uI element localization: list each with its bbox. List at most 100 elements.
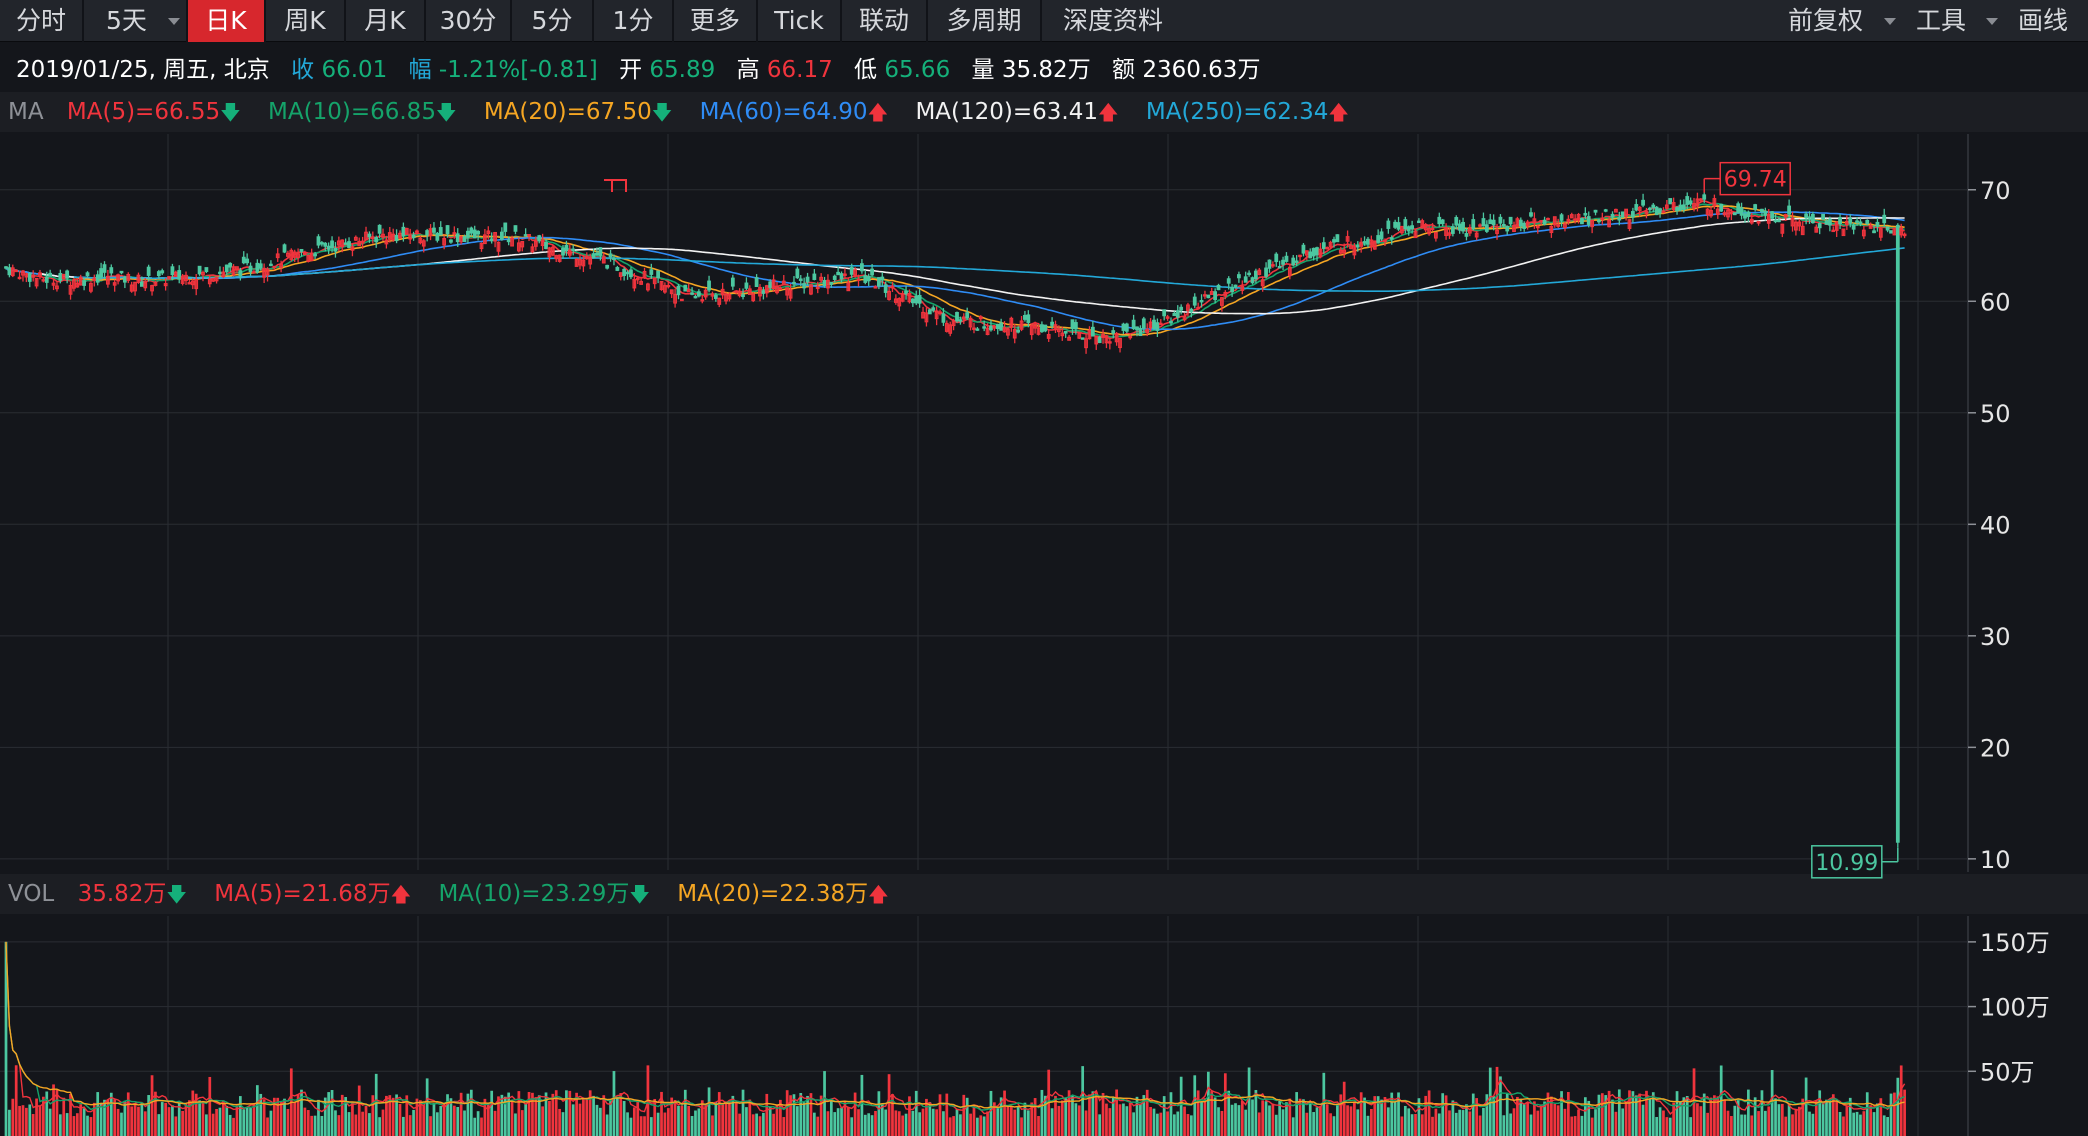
candle-body [41, 279, 46, 282]
volume-bar [1108, 1108, 1112, 1136]
tab-daily-k[interactable]: 日K [188, 0, 266, 42]
volume-bar [249, 1108, 252, 1136]
candle-body [1284, 255, 1289, 262]
volume-bar [476, 1111, 480, 1136]
candle-body [1461, 221, 1465, 232]
candle-body [1848, 217, 1853, 224]
volume-bar [1247, 1067, 1251, 1136]
volume-bar [347, 1112, 351, 1136]
tools-dropdown[interactable]: 工具 [1916, 0, 2000, 42]
volume-bar [1145, 1089, 1149, 1136]
candle-body [1580, 218, 1584, 225]
candle-body [717, 297, 722, 305]
candle-body [442, 238, 447, 246]
candle-body [1274, 253, 1279, 263]
volume-bar [1750, 1115, 1754, 1136]
volume-bar [1713, 1095, 1716, 1136]
candle-body [951, 319, 956, 327]
tab-5min[interactable]: 5分 [512, 0, 594, 42]
candle-body [143, 282, 148, 289]
candle-body [21, 270, 25, 276]
candle-body [1539, 220, 1544, 223]
candle-body [1240, 285, 1245, 291]
volume-bar [510, 1101, 514, 1136]
candle-body [1308, 251, 1313, 259]
tab-5day[interactable]: 5天 [84, 0, 188, 42]
candle-body [873, 286, 878, 289]
candle-body [1196, 306, 1201, 310]
tab-monthly-k[interactable]: 月K [346, 0, 426, 42]
candle-body [1488, 219, 1493, 225]
tab-weekly-k[interactable]: 周K [266, 0, 346, 42]
tab-1min[interactable]: 1分 [594, 0, 674, 42]
candle-body [1546, 217, 1550, 221]
candle-body [1141, 318, 1146, 329]
candle-body [330, 240, 334, 249]
candle-body [1090, 326, 1095, 337]
candle-body [1817, 223, 1822, 229]
candle-body [1590, 219, 1595, 228]
candle-body [1671, 202, 1676, 211]
tab-more[interactable]: 更多 [674, 0, 758, 42]
volume-bar [419, 1100, 422, 1136]
volume-bar [1329, 1113, 1332, 1136]
volume-bar [1288, 1098, 1292, 1136]
tab-30min[interactable]: 30分 [426, 0, 512, 42]
candle-body [1107, 341, 1112, 344]
candle-body [1067, 336, 1071, 341]
candle-body [432, 227, 436, 233]
tab-linkage[interactable]: 联动 [842, 0, 928, 42]
candle-body [1858, 221, 1863, 225]
volume-bar [391, 1097, 395, 1136]
candle-body [836, 271, 841, 276]
candle-body [955, 311, 959, 322]
candle-body [550, 246, 555, 256]
candle-body [1804, 213, 1808, 219]
candle-body [313, 253, 317, 257]
volume-bar [952, 1116, 955, 1136]
volume-bar [21, 1105, 25, 1136]
quote-date: 2019/01/25, 周五, 北京 [16, 57, 270, 83]
volume-bar [194, 1093, 198, 1136]
volume-bar [79, 1104, 83, 1136]
candle-body [1549, 225, 1554, 234]
volume-bar [1512, 1108, 1516, 1136]
volume-bar [116, 1108, 120, 1136]
candle-body [418, 237, 423, 244]
candle-body [1253, 270, 1258, 280]
volume-bar [768, 1106, 772, 1136]
tab-tick[interactable]: Tick [758, 0, 842, 42]
adjust-dropdown[interactable]: 前复权 [1788, 0, 1900, 42]
candle-body [612, 257, 616, 261]
candle-body [255, 262, 260, 273]
volume-bar [1420, 1114, 1424, 1136]
arrow-up-icon: 🡅 [1097, 100, 1119, 124]
candle-body [961, 316, 966, 320]
volume-bar [1645, 1090, 1648, 1136]
candle-body [1294, 260, 1299, 263]
volume-bar [1706, 1112, 1709, 1136]
candle-body [1450, 226, 1455, 234]
candle-body [690, 292, 694, 295]
volume-bar [211, 1113, 215, 1136]
draw-button[interactable]: 画线 [2018, 0, 2078, 42]
candle-body [421, 240, 426, 247]
tab-fenshi[interactable]: 分时 [0, 0, 84, 42]
tab-multi-period[interactable]: 多周期 [928, 0, 1042, 42]
candlestick-chart[interactable]: 70 60 50 40 30 20 10 150万 100万 50万 69.74 10.99 [0, 0, 2088, 1136]
candle-body [812, 273, 817, 280]
candle-body [1369, 239, 1374, 248]
tab-deep-data[interactable]: 深度资料 [1042, 0, 1184, 42]
candle-body [846, 282, 851, 292]
candle-body [989, 325, 993, 331]
candle-body [693, 295, 698, 299]
arrow-up-icon: 🡅 [390, 882, 412, 906]
volume-bar [1882, 1115, 1886, 1136]
volume-bar [683, 1089, 687, 1136]
volume-bar [1709, 1097, 1713, 1136]
volume-label: 量 [971, 57, 995, 83]
candle-body [802, 283, 807, 289]
volume-bar [1811, 1113, 1815, 1136]
candle-body [58, 272, 63, 281]
volume-bar [313, 1115, 317, 1136]
